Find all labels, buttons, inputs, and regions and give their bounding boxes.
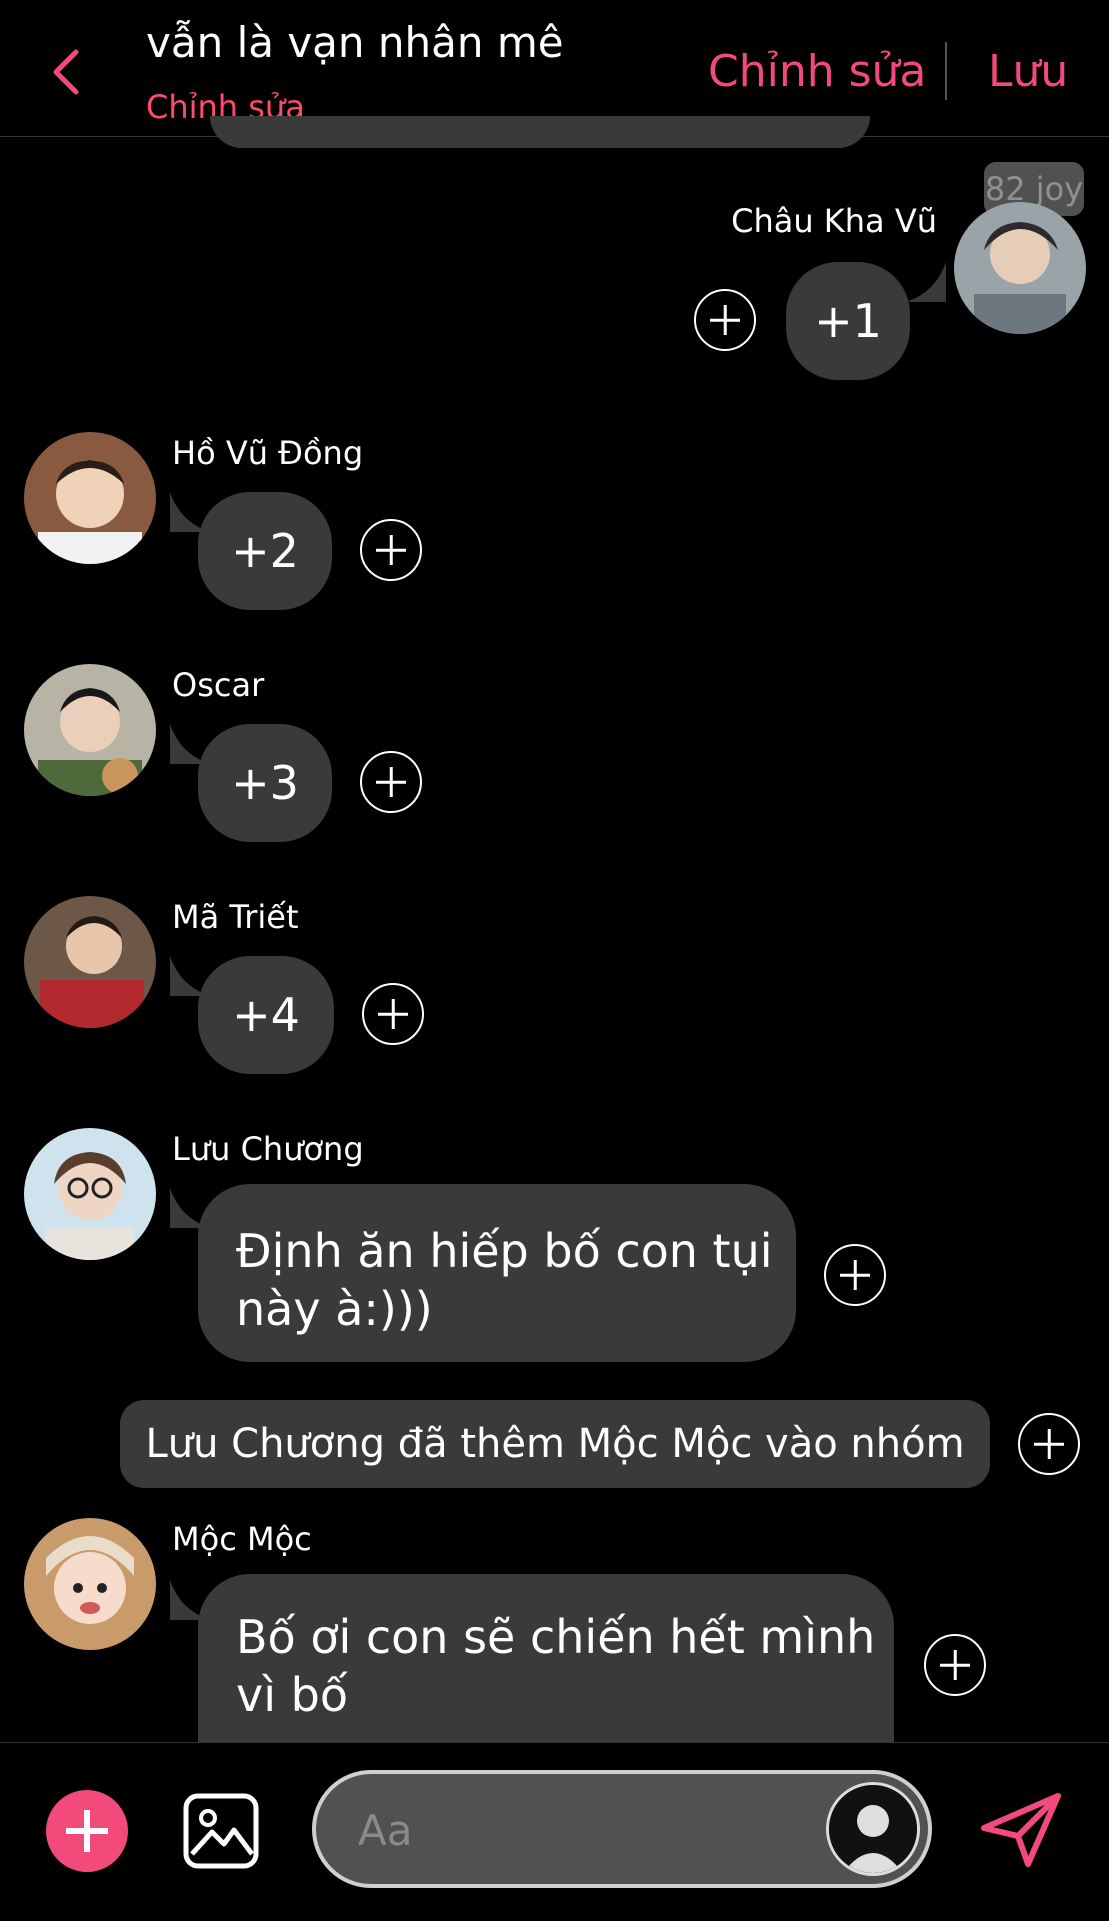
send-icon[interactable]	[978, 1790, 1064, 1870]
message-bubble[interactable]: +1	[786, 262, 910, 380]
plus-circle-icon[interactable]	[1018, 1413, 1080, 1475]
message-bubble[interactable]: Định ăn hiếp bố con tụi này à:)))	[198, 1184, 796, 1362]
sender-name: Mộc Mộc	[172, 1520, 312, 1558]
avatar[interactable]	[954, 202, 1086, 334]
plus-circle-icon[interactable]	[824, 1244, 886, 1306]
chat-title[interactable]: vẫn là vạn nhân mê	[146, 18, 564, 67]
message-bubble[interactable]: +2	[198, 492, 332, 610]
add-button[interactable]	[46, 1790, 128, 1872]
sender-name: Oscar	[172, 666, 265, 704]
avatar[interactable]	[24, 432, 156, 564]
avatar[interactable]	[24, 896, 156, 1028]
back-icon[interactable]	[46, 46, 86, 98]
message-line: vì bố	[236, 1668, 348, 1722]
message-input-placeholder: Aa	[358, 1806, 413, 1855]
message-line: này à:)))	[236, 1282, 433, 1336]
previous-message-bubble	[210, 116, 870, 148]
sender-name: Hồ Vũ Đồng	[172, 434, 364, 472]
plus-circle-icon[interactable]	[360, 519, 422, 581]
avatar[interactable]	[24, 1128, 156, 1260]
message-bubble[interactable]: Bố ơi con sẽ chiến hết mình vì bố	[198, 1574, 894, 1744]
plus-circle-icon[interactable]	[924, 1634, 986, 1696]
plus-circle-icon[interactable]	[362, 983, 424, 1045]
avatar[interactable]	[24, 1518, 156, 1650]
plus-circle-icon[interactable]	[360, 751, 422, 813]
message-bubble[interactable]: +3	[198, 724, 332, 842]
message-bubble[interactable]: +4	[198, 956, 334, 1074]
sender-name: Châu Kha Vũ	[731, 202, 937, 240]
system-message: Lưu Chương đã thêm Mộc Mộc vào nhóm	[120, 1400, 990, 1488]
bubble-tail	[906, 262, 946, 302]
avatar[interactable]	[24, 664, 156, 796]
sender-name: Mã Triết	[172, 898, 299, 936]
save-button[interactable]: Lưu	[988, 46, 1068, 97]
header-divider	[945, 42, 947, 100]
sender-name: Lưu Chương	[172, 1130, 364, 1168]
profile-icon[interactable]	[826, 1782, 920, 1876]
message-line: Định ăn hiếp bố con tụi	[236, 1224, 773, 1278]
edit-button[interactable]: Chỉnh sửa	[708, 46, 926, 97]
plus-circle-icon[interactable]	[694, 289, 756, 351]
image-icon[interactable]	[182, 1792, 260, 1870]
message-line: Bố ơi con sẽ chiến hết mình	[236, 1610, 876, 1664]
